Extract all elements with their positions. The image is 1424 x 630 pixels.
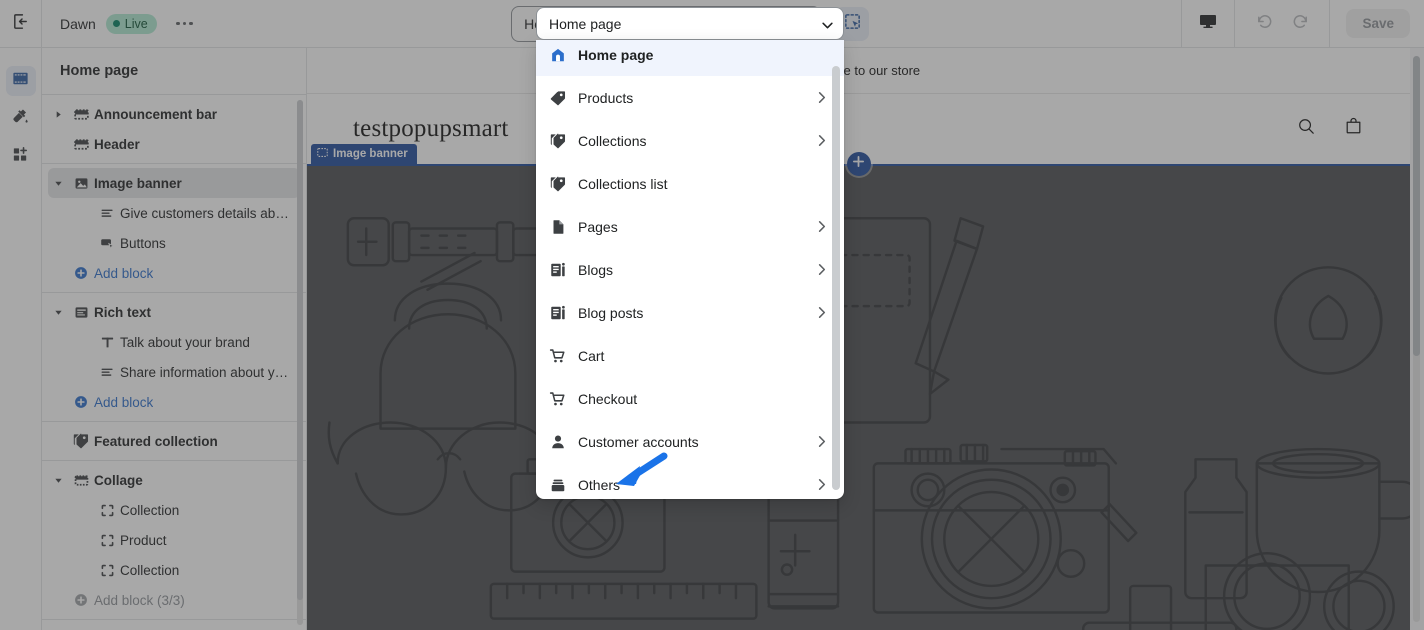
chevron-right-icon[interactable]: [814, 91, 828, 104]
chevron-right-icon[interactable]: [814, 306, 828, 319]
dropdown-item-pages[interactable]: Pages: [536, 205, 844, 248]
dropdown-item-home-page[interactable]: Home page: [536, 40, 844, 76]
collection-tag-icon: [548, 175, 568, 193]
dropdown-item-blog-posts[interactable]: Blog posts: [536, 291, 844, 334]
page-selector-menu: Home page Products Collections Collections …: [536, 40, 844, 499]
dropdown-item-products[interactable]: Products: [536, 76, 844, 119]
dropdown-item-label: Pages: [578, 218, 618, 235]
dropdown-item-cart[interactable]: Cart: [536, 334, 844, 377]
cart-icon: [548, 347, 568, 365]
cart-icon: [548, 390, 568, 408]
blog-icon: [548, 304, 568, 322]
chevron-right-icon[interactable]: [814, 263, 828, 276]
page-selector-trigger[interactable]: Home page: [536, 7, 844, 40]
dropdown-item-label: Products: [578, 89, 634, 106]
chevron-right-icon[interactable]: [814, 134, 828, 147]
dropdown-item-customer-accounts[interactable]: Customer accounts: [536, 420, 844, 463]
page-selector-dropdown: Home page Home page Products Collections Co…: [536, 7, 844, 499]
collection-tag-icon: [548, 132, 568, 150]
dropdown-item-label: Home page: [578, 46, 654, 63]
chevron-right-icon[interactable]: [814, 478, 828, 491]
page-selector-menu-list[interactable]: Home page Products Collections Collections …: [536, 40, 844, 499]
dropdown-scrollbar-thumb[interactable]: [832, 66, 840, 490]
home-icon: [548, 46, 568, 64]
chevron-down-icon: [822, 16, 833, 32]
blog-icon: [548, 261, 568, 279]
dropdown-item-label: Blogs: [578, 261, 614, 278]
dropdown-item-checkout[interactable]: Checkout: [536, 377, 844, 420]
chevron-right-icon[interactable]: [814, 220, 828, 233]
dropdown-scrollbar[interactable]: [832, 66, 840, 490]
product-tag-icon: [548, 89, 568, 107]
dropdown-item-label: Checkout: [578, 390, 638, 407]
dropdown-item-label: Blog posts: [578, 304, 644, 321]
dropdown-item-label: Collections: [578, 132, 647, 149]
theme-editor-app: Dawn Live Home page: [0, 0, 1424, 630]
customer-icon: [548, 433, 568, 451]
others-icon: [548, 476, 568, 494]
dropdown-item-label: Collections list: [578, 175, 668, 192]
chevron-right-icon[interactable]: [814, 435, 828, 448]
page-document-icon: [548, 218, 568, 236]
dropdown-item-collections-list[interactable]: Collections list: [536, 162, 844, 205]
dropdown-item-collections[interactable]: Collections: [536, 119, 844, 162]
dropdown-item-others[interactable]: Others: [536, 463, 844, 499]
dropdown-item-label: Others: [578, 476, 621, 493]
dropdown-item-blogs[interactable]: Blogs: [536, 248, 844, 291]
dropdown-item-label: Customer accounts: [578, 433, 699, 450]
page-selector-trigger-value: Home page: [549, 15, 622, 32]
dropdown-item-label: Cart: [578, 347, 605, 364]
